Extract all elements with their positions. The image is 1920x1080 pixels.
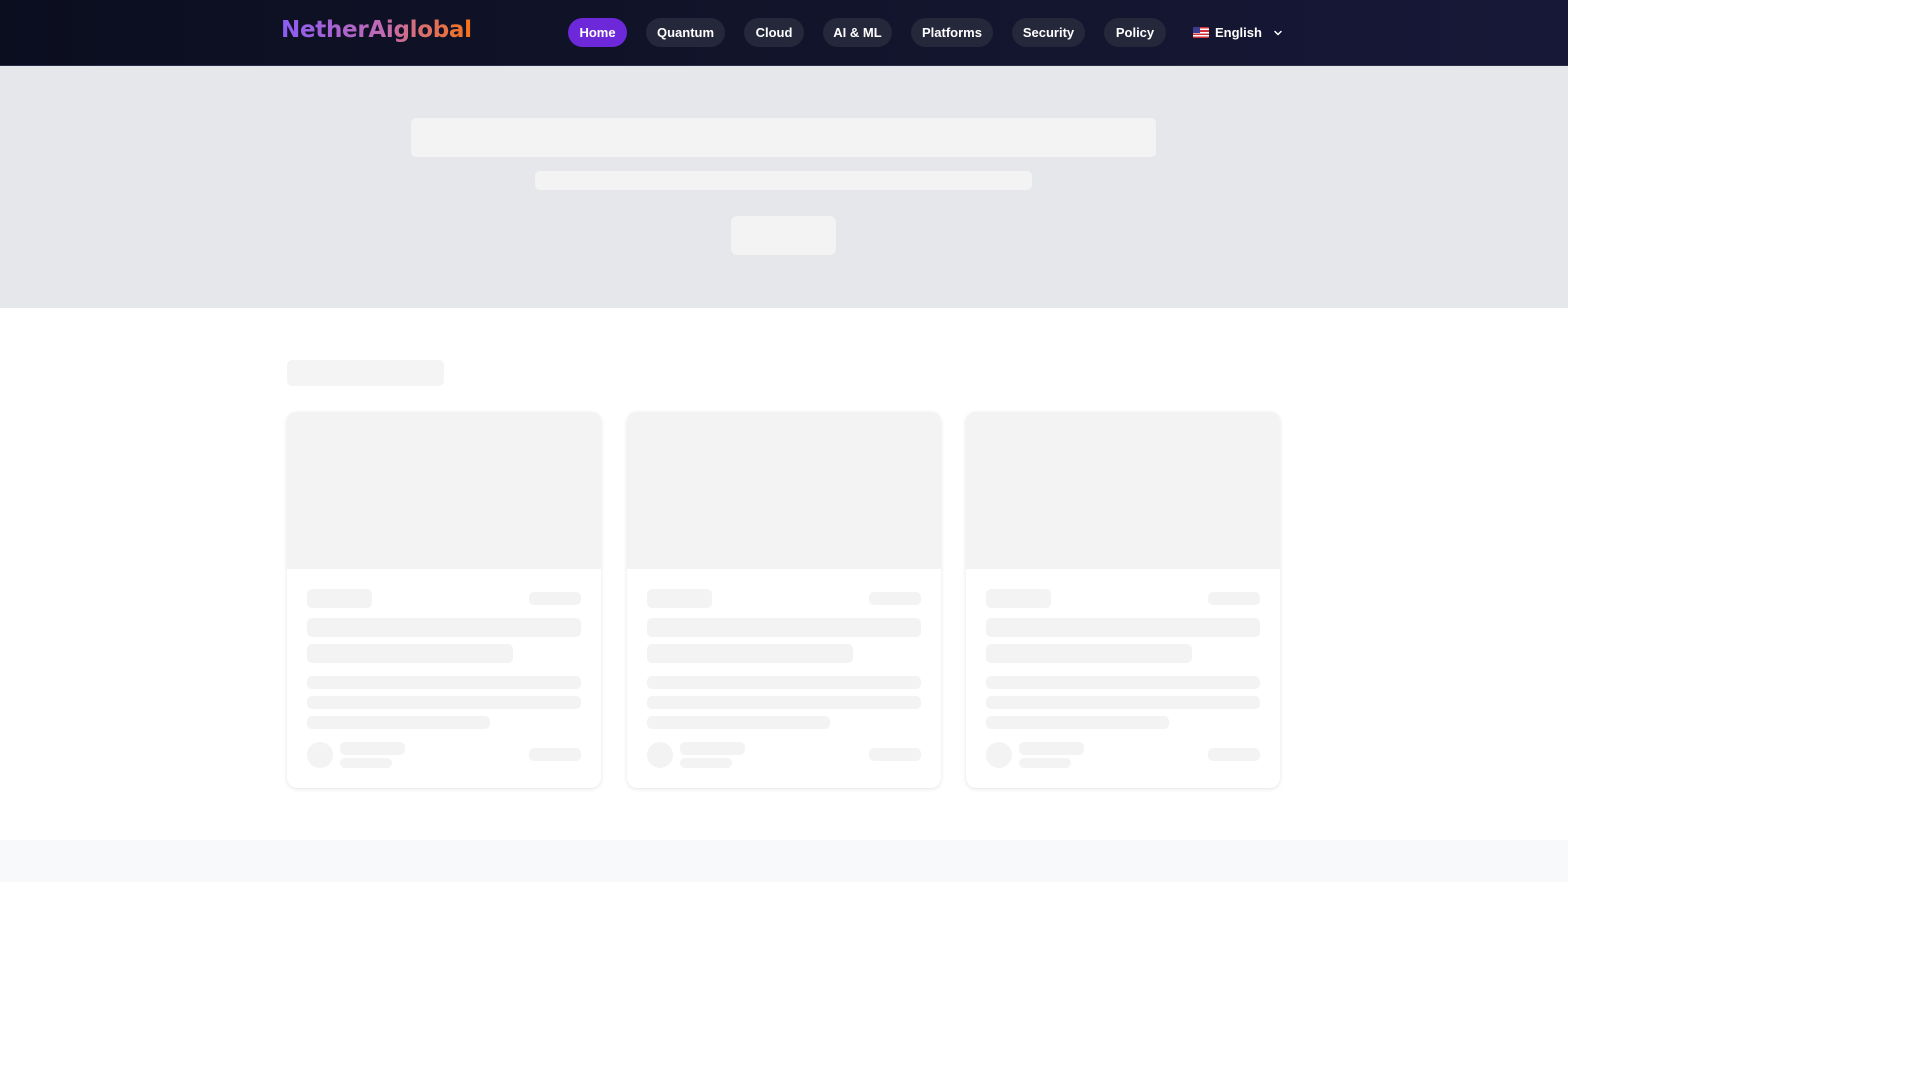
card-date-placeholder: [529, 592, 581, 605]
author-name-placeholder: [680, 742, 745, 755]
nav-policy[interactable]: Policy: [1104, 18, 1166, 47]
card-tag-placeholder: [647, 589, 712, 608]
card-title-line-placeholder: [307, 644, 513, 663]
article-card-skeleton: [627, 412, 941, 788]
author-avatar-placeholder: [307, 742, 333, 768]
card-date-placeholder: [1208, 592, 1260, 605]
nav-ai-ml[interactable]: AI & ML: [823, 18, 892, 47]
card-image-placeholder: [966, 412, 1280, 569]
card-title-line-placeholder: [647, 618, 921, 637]
hero-subtitle-placeholder: [535, 171, 1032, 190]
author-meta-placeholder: [680, 758, 732, 768]
next-section-band: [0, 840, 1568, 882]
author-name-placeholder: [340, 742, 405, 755]
author-meta-placeholder: [1019, 758, 1071, 768]
nav-platforms[interactable]: Platforms: [911, 18, 993, 47]
nav-cloud[interactable]: Cloud: [744, 18, 804, 47]
brand-logo[interactable]: NetherAiglobal: [281, 17, 472, 43]
card-tag-placeholder: [307, 589, 372, 608]
author-name-placeholder: [1019, 742, 1084, 755]
card-text-line-placeholder: [647, 716, 830, 729]
article-card-skeleton: [287, 412, 601, 788]
card-tag-placeholder: [986, 589, 1051, 608]
section-heading-placeholder: [287, 360, 444, 386]
nav-home[interactable]: Home: [568, 18, 627, 47]
card-title-line-placeholder: [307, 618, 581, 637]
language-label: English: [1215, 25, 1262, 40]
chevron-down-icon: [1274, 30, 1282, 35]
card-readtime-placeholder: [1208, 748, 1260, 761]
card-text-line-placeholder: [647, 676, 921, 689]
card-image-placeholder: [627, 412, 941, 569]
card-text-line-placeholder: [307, 676, 581, 689]
nav-quantum[interactable]: Quantum: [646, 18, 725, 47]
card-title-line-placeholder: [986, 618, 1260, 637]
card-text-line-placeholder: [986, 676, 1260, 689]
card-text-line-placeholder: [986, 716, 1169, 729]
card-text-line-placeholder: [307, 716, 490, 729]
card-text-line-placeholder: [986, 696, 1260, 709]
author-avatar-placeholder: [986, 742, 1012, 768]
article-card-skeleton: [966, 412, 1280, 788]
card-readtime-placeholder: [869, 748, 921, 761]
hero-section-skeleton: [0, 66, 1568, 308]
nav-security[interactable]: Security: [1012, 18, 1085, 47]
card-title-line-placeholder: [647, 644, 853, 663]
card-date-placeholder: [869, 592, 921, 605]
author-meta-placeholder: [340, 758, 392, 768]
hero-button-placeholder: [731, 216, 836, 255]
hero-title-placeholder: [411, 118, 1156, 157]
card-image-placeholder: [287, 412, 601, 569]
author-avatar-placeholder: [647, 742, 673, 768]
card-text-line-placeholder: [307, 696, 581, 709]
us-flag-icon: [1193, 27, 1209, 38]
language-selector[interactable]: English: [1193, 18, 1284, 47]
top-navigation-bar: NetherAiglobal Home Quantum Cloud AI & M…: [0, 0, 1568, 66]
card-text-line-placeholder: [647, 696, 921, 709]
card-title-line-placeholder: [986, 644, 1192, 663]
card-readtime-placeholder: [529, 748, 581, 761]
